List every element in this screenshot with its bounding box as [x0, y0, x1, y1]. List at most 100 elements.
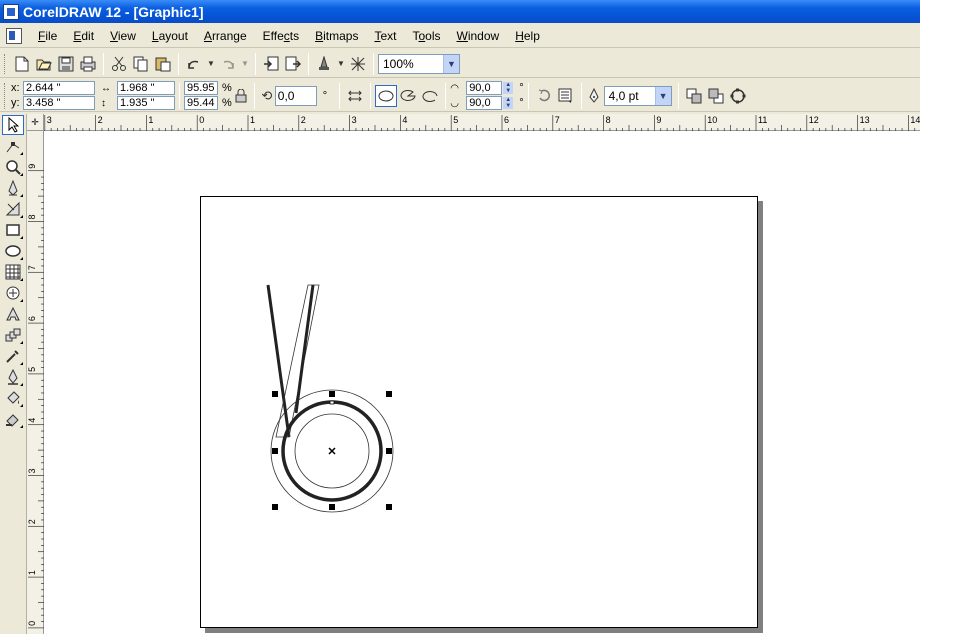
lock-ratio-icon[interactable] — [232, 85, 250, 107]
center-marker-icon[interactable] — [328, 447, 336, 455]
spin-down-icon[interactable]: ▼ — [503, 103, 514, 109]
toolbar-grip[interactable] — [4, 53, 7, 74]
ruler-label: 7 — [27, 265, 37, 270]
toolbar-grip[interactable] — [4, 82, 7, 109]
menu-window[interactable]: Window — [449, 29, 508, 43]
drawing-window[interactable] — [44, 131, 920, 634]
menu-bitmaps[interactable]: Bitmaps — [307, 29, 366, 43]
interactive-blend-tool-icon[interactable] — [2, 325, 24, 345]
ruler-origin-icon[interactable]: ✛ — [27, 114, 44, 131]
ruler-label: 13 — [860, 115, 870, 125]
ruler-label: 8 — [27, 214, 37, 219]
freehand-tool-icon[interactable] — [2, 178, 24, 198]
arc-mode-icon[interactable] — [419, 85, 441, 107]
ruler-label: 3 — [352, 115, 357, 125]
undo-dropdown-icon[interactable]: ▼ — [205, 53, 217, 75]
cut-icon[interactable] — [108, 53, 130, 75]
text-tool-icon[interactable] — [2, 304, 24, 324]
height-field[interactable]: 1.935 " — [117, 96, 175, 110]
to-back-icon[interactable] — [705, 85, 727, 107]
app-launcher-dropdown-icon[interactable]: ▼ — [335, 53, 347, 75]
horizontal-ruler[interactable]: 3 2 1 0 1 2 3 4 5 6 7 8 9 10 11 12 13 14 — [44, 114, 920, 131]
redo-icon[interactable] — [217, 53, 239, 75]
corel-online-icon[interactable] — [347, 53, 369, 75]
wrap-text-icon[interactable] — [555, 85, 577, 107]
change-direction-icon[interactable] — [533, 85, 555, 107]
outline-width-combo[interactable]: 4,0 pt ▼ — [603, 85, 672, 106]
ellipse-mode-icon[interactable] — [375, 84, 398, 107]
new-icon[interactable] — [11, 53, 33, 75]
zoom-tool-icon[interactable] — [2, 157, 24, 177]
basic-shapes-tool-icon[interactable] — [2, 283, 24, 303]
scale-factor-group: 95.95 % 95.44 % — [184, 81, 232, 110]
menu-effects[interactable]: Effects — [255, 29, 307, 43]
coreldraw-window: CorelDRAW 12 - [Graphic1] File Edit View La… — [0, 0, 920, 634]
coreldraw-app-icon[interactable] — [3, 3, 19, 20]
pick-tool-icon[interactable] — [2, 115, 24, 135]
ruler-label: 3 — [47, 115, 52, 125]
menu-edit[interactable]: Edit — [65, 29, 102, 43]
chevron-down-icon[interactable]: ▼ — [654, 86, 671, 105]
fill-tool-icon[interactable] — [2, 388, 24, 408]
redo-dropdown-icon[interactable]: ▼ — [239, 53, 251, 75]
zoom-levels-combo[interactable]: 100% ▼ — [378, 53, 460, 74]
artwork-layer — [266, 284, 394, 513]
ruler-label: 0 — [27, 621, 37, 626]
menu-tools[interactable]: Tools — [404, 29, 448, 43]
smart-fill-tool-icon[interactable] — [2, 199, 24, 219]
ruler-label: 8 — [606, 115, 611, 125]
outline-width-value: 4,0 pt — [608, 88, 639, 103]
menu-view[interactable]: View — [102, 29, 144, 43]
print-icon[interactable] — [77, 53, 99, 75]
scale-x-percent: % — [222, 82, 232, 94]
open-icon[interactable] — [33, 53, 55, 75]
menu-file[interactable]: File — [30, 29, 65, 43]
save-icon[interactable] — [55, 53, 77, 75]
graph-paper-tool-icon[interactable] — [2, 262, 24, 282]
ruler-label: 6 — [27, 316, 37, 321]
export-icon[interactable] — [282, 53, 304, 75]
menu-arrange[interactable]: Arrange — [196, 29, 255, 43]
to-front-icon[interactable] — [683, 85, 705, 107]
app-launcher-icon[interactable] — [313, 53, 335, 75]
vertical-ruler[interactable]: 9 8 7 6 5 4 3 2 1 0 — [27, 131, 44, 634]
ruler-label: 4 — [27, 418, 37, 423]
toolbar-separator — [103, 52, 104, 75]
ruler-label: 2 — [27, 519, 37, 524]
undo-icon[interactable] — [183, 53, 205, 75]
eyedropper-tool-icon[interactable] — [2, 346, 24, 366]
start-angle-field[interactable]: 90,0 — [466, 81, 503, 95]
x-position-field[interactable]: 2.644 " — [23, 81, 95, 95]
document-control-icon[interactable] — [6, 28, 22, 44]
stem-shape[interactable] — [266, 284, 320, 438]
outline-tool-icon[interactable] — [2, 367, 24, 387]
spin-down-icon[interactable]: ▼ — [503, 88, 514, 94]
arc-node-handle[interactable] — [329, 400, 335, 405]
width-field[interactable]: 1.968 " — [117, 81, 175, 95]
ruler-label: 2 — [301, 115, 306, 125]
property-bar: x: 2.644 " y: 3.458 " ↔ 1.968 " ↕ 1.935 … — [0, 80, 920, 112]
menu-text[interactable]: Text — [366, 29, 404, 43]
rotation-angle-field[interactable]: 0,0 — [274, 85, 317, 106]
chevron-down-icon[interactable]: ▼ — [443, 54, 459, 73]
scale-x-field[interactable]: 95.95 — [184, 81, 218, 95]
interactive-fill-tool-icon[interactable] — [2, 409, 24, 429]
start-angle-degree: ° — [519, 82, 524, 94]
copy-icon[interactable] — [130, 53, 152, 75]
mirror-icon[interactable] — [344, 85, 366, 107]
menu-help[interactable]: Help — [507, 29, 548, 43]
y-position-field[interactable]: 3.458 " — [23, 96, 95, 110]
scale-y-field[interactable]: 95.44 — [184, 96, 218, 110]
convert-to-curves-icon[interactable] — [727, 85, 749, 107]
paste-icon[interactable] — [152, 53, 174, 75]
pie-mode-icon[interactable] — [397, 85, 419, 107]
import-icon[interactable] — [260, 53, 282, 75]
toolbar-separator — [253, 82, 255, 109]
ruler-label: 14 — [910, 115, 920, 125]
scale-y-percent: % — [222, 97, 232, 109]
ellipse-tool-icon[interactable] — [2, 241, 24, 261]
end-angle-field[interactable]: 90,0 — [466, 96, 503, 110]
shape-tool-icon[interactable] — [2, 136, 24, 156]
rectangle-tool-icon[interactable] — [2, 220, 24, 240]
menu-layout[interactable]: Layout — [144, 29, 196, 43]
